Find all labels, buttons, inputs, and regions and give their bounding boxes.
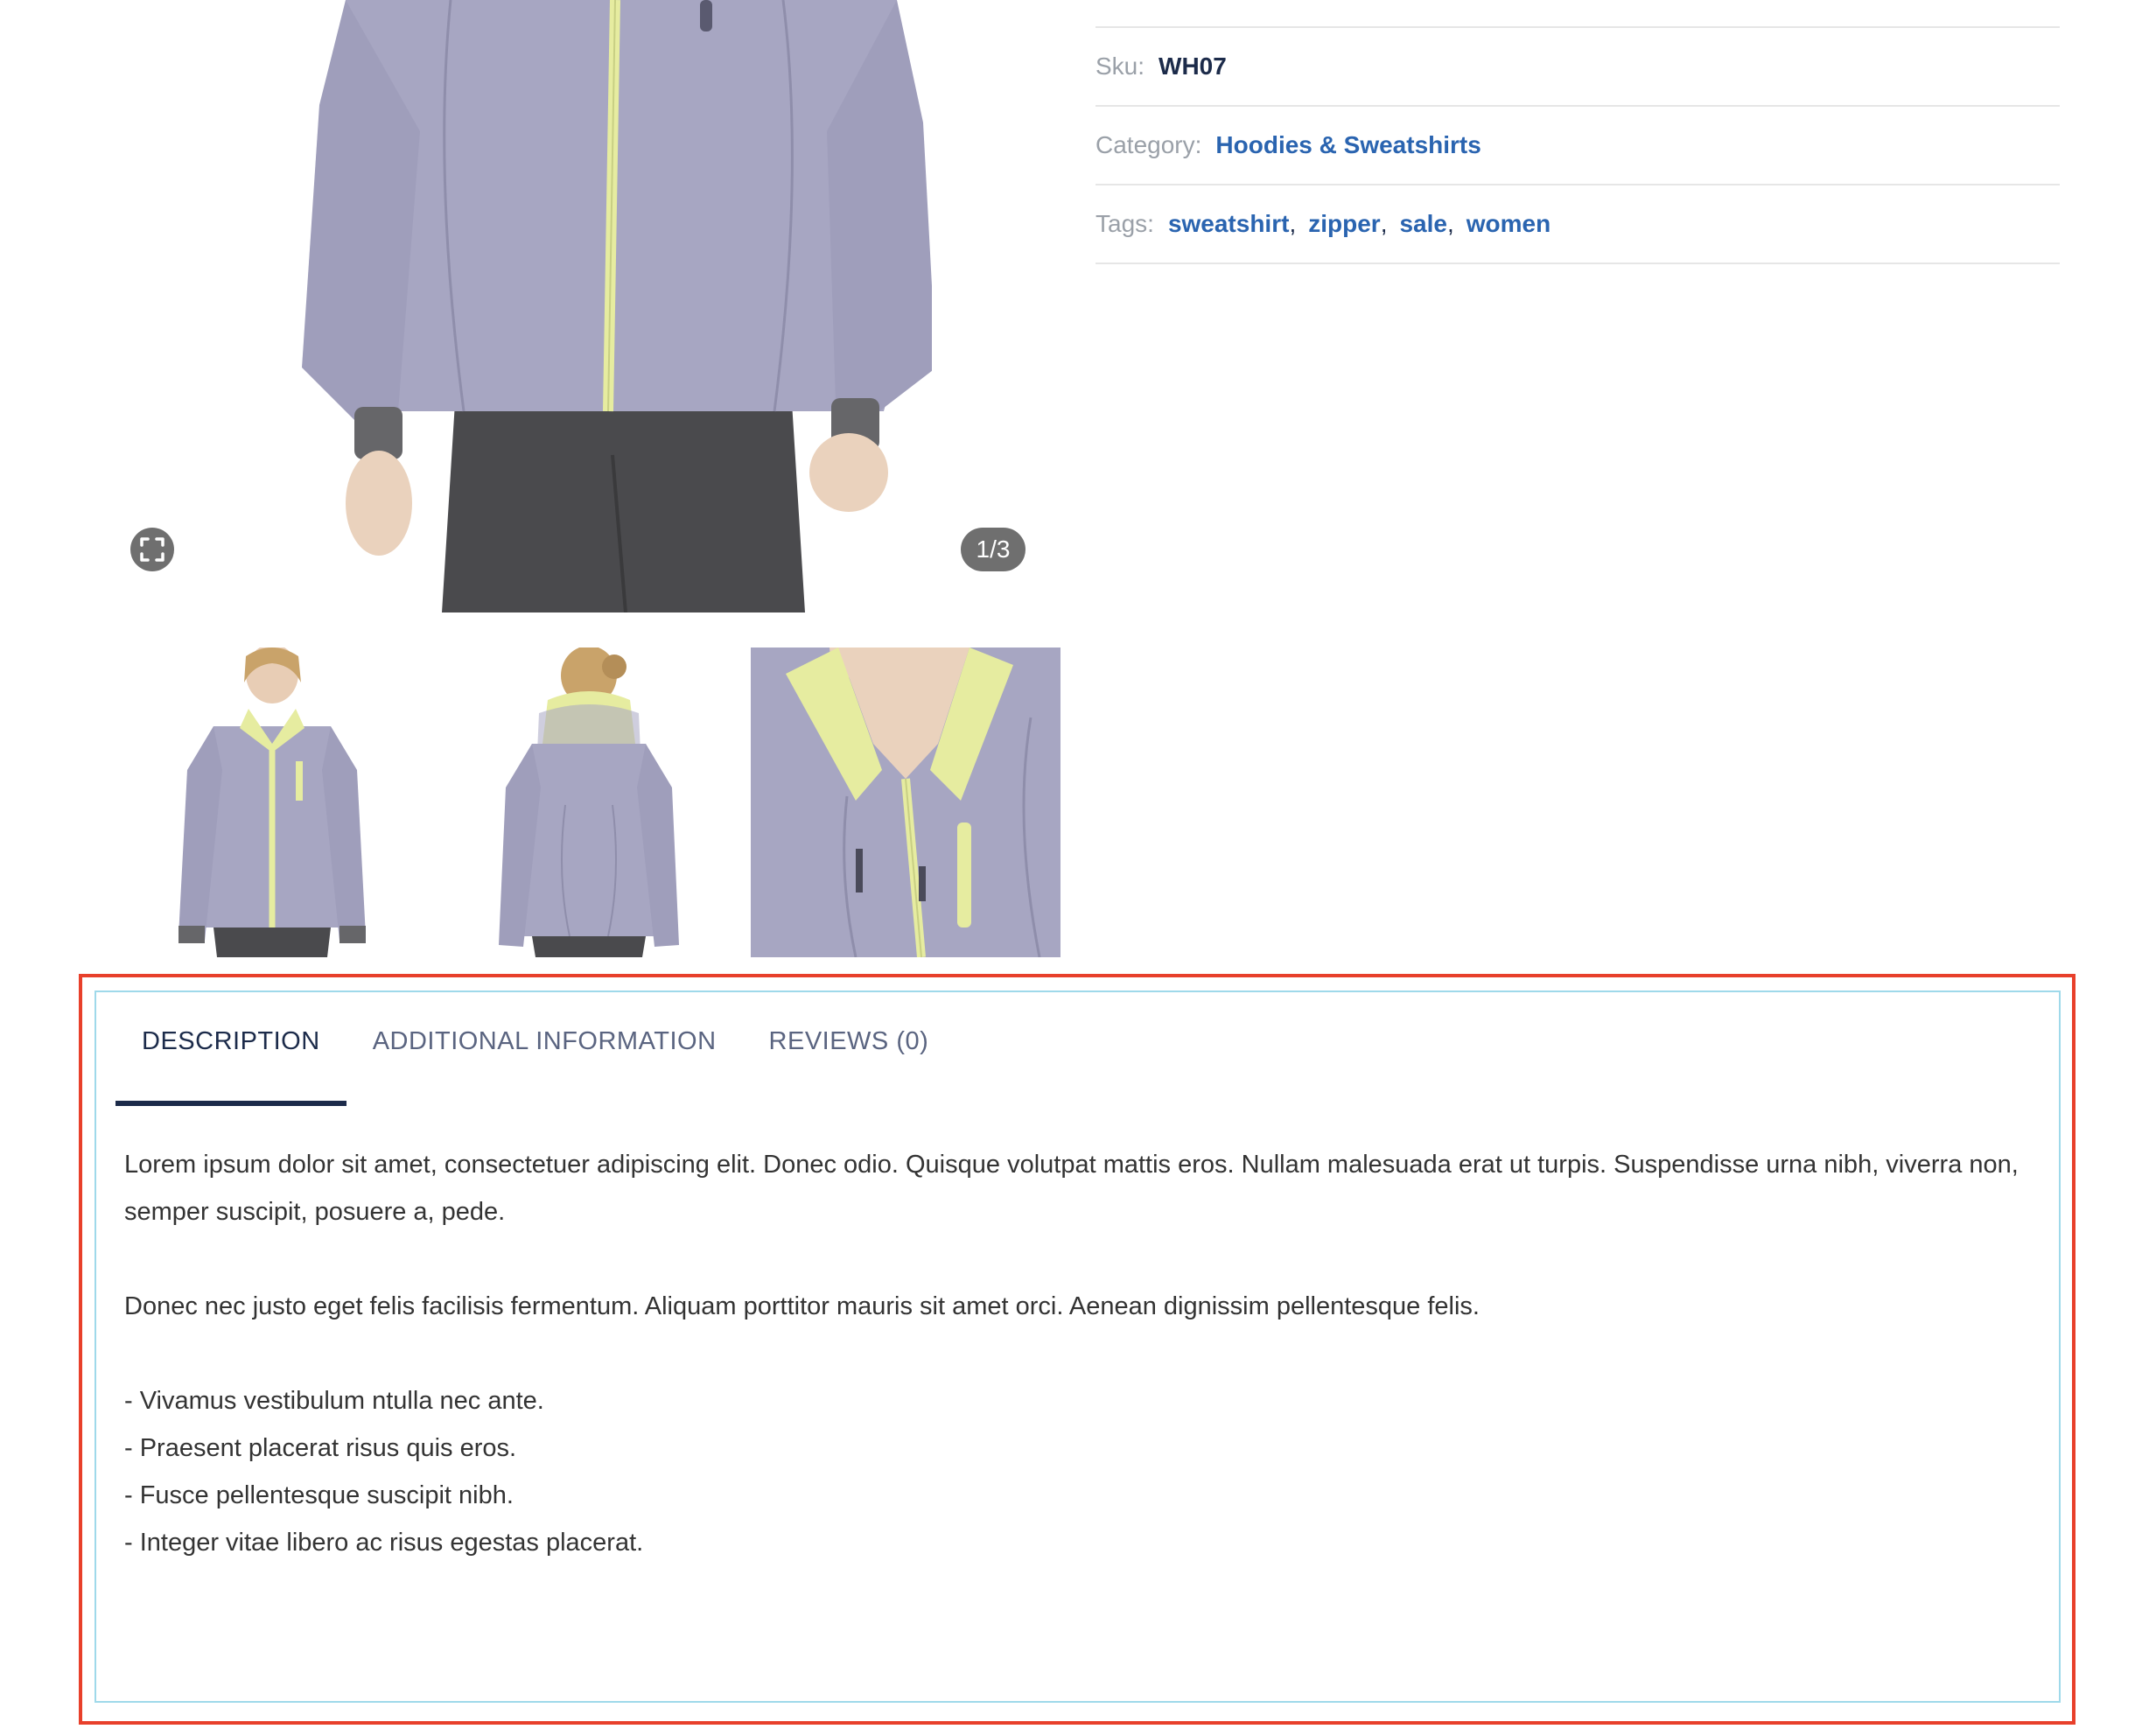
product-main-image[interactable] <box>302 0 932 612</box>
tab-bar: DESCRIPTION ADDITIONAL INFORMATION REVIE… <box>116 992 956 1106</box>
tag-link[interactable]: sweatshirt <box>1168 210 1290 238</box>
list-item: - Fusce pellentesque suscipit nibh. <box>124 1481 514 1509</box>
description-paragraph: Donec nec justo eget felis facilisis fer… <box>124 1292 1480 1320</box>
description-list: - Vivamus vestibulum ntulla nec ante. - … <box>124 1377 2032 1566</box>
description-paragraph: Lorem ipsum dolor sit amet, consectetuer… <box>124 1151 2019 1226</box>
description-content: Lorem ipsum dolor sit amet, consectetuer… <box>124 1141 2032 1566</box>
tag-separator: , <box>1446 210 1454 237</box>
list-item: - Vivamus vestibulum ntulla nec ante. <box>124 1387 544 1415</box>
tag-separator: , <box>1289 210 1297 237</box>
thumbnail-detail-photo <box>751 648 1060 957</box>
category-link[interactable]: Hoodies & Sweatshirts <box>1215 131 1480 159</box>
tab-additional-information[interactable]: ADDITIONAL INFORMATION <box>346 992 743 1090</box>
thumbnail-front-photo <box>117 648 427 957</box>
tag-link[interactable]: sale <box>1399 210 1447 238</box>
thumbnail-back-photo <box>434 648 744 957</box>
tab-reviews[interactable]: REVIEWS (0) <box>743 992 956 1090</box>
tags-row: Tags: sweatshirt, zipper, sale, women <box>1096 186 2060 264</box>
image-counter-badge: 1/3 <box>961 528 1026 571</box>
tags-label: Tags: <box>1096 210 1154 237</box>
category-label: Category: <box>1096 131 1202 158</box>
product-tabs-panel: DESCRIPTION ADDITIONAL INFORMATION REVIE… <box>94 990 2061 1703</box>
thumbnail-detail[interactable] <box>751 648 1060 957</box>
fullscreen-icon <box>140 537 164 562</box>
tag-separator: , <box>1380 210 1388 237</box>
sku-label: Sku: <box>1096 52 1145 80</box>
sku-value: WH07 <box>1158 52 1227 80</box>
thumbnail-front[interactable] <box>117 648 427 957</box>
fullscreen-button[interactable] <box>130 528 174 571</box>
tag-link[interactable]: zipper <box>1308 210 1380 238</box>
jacket-photo <box>302 0 932 612</box>
thumbnail-back[interactable] <box>434 648 744 957</box>
category-row: Category: Hoodies & Sweatshirts <box>1096 107 2060 186</box>
sku-row: Sku: WH07 <box>1096 28 2060 107</box>
product-meta: Sku: WH07 Category: Hoodies & Sweatshirt… <box>1096 0 2060 264</box>
tab-description[interactable]: DESCRIPTION <box>116 992 346 1106</box>
list-item: - Integer vitae libero ac risus egestas … <box>124 1529 644 1557</box>
tag-link[interactable]: women <box>1466 210 1550 238</box>
list-item: - Praesent placerat risus quis eros. <box>124 1434 517 1462</box>
